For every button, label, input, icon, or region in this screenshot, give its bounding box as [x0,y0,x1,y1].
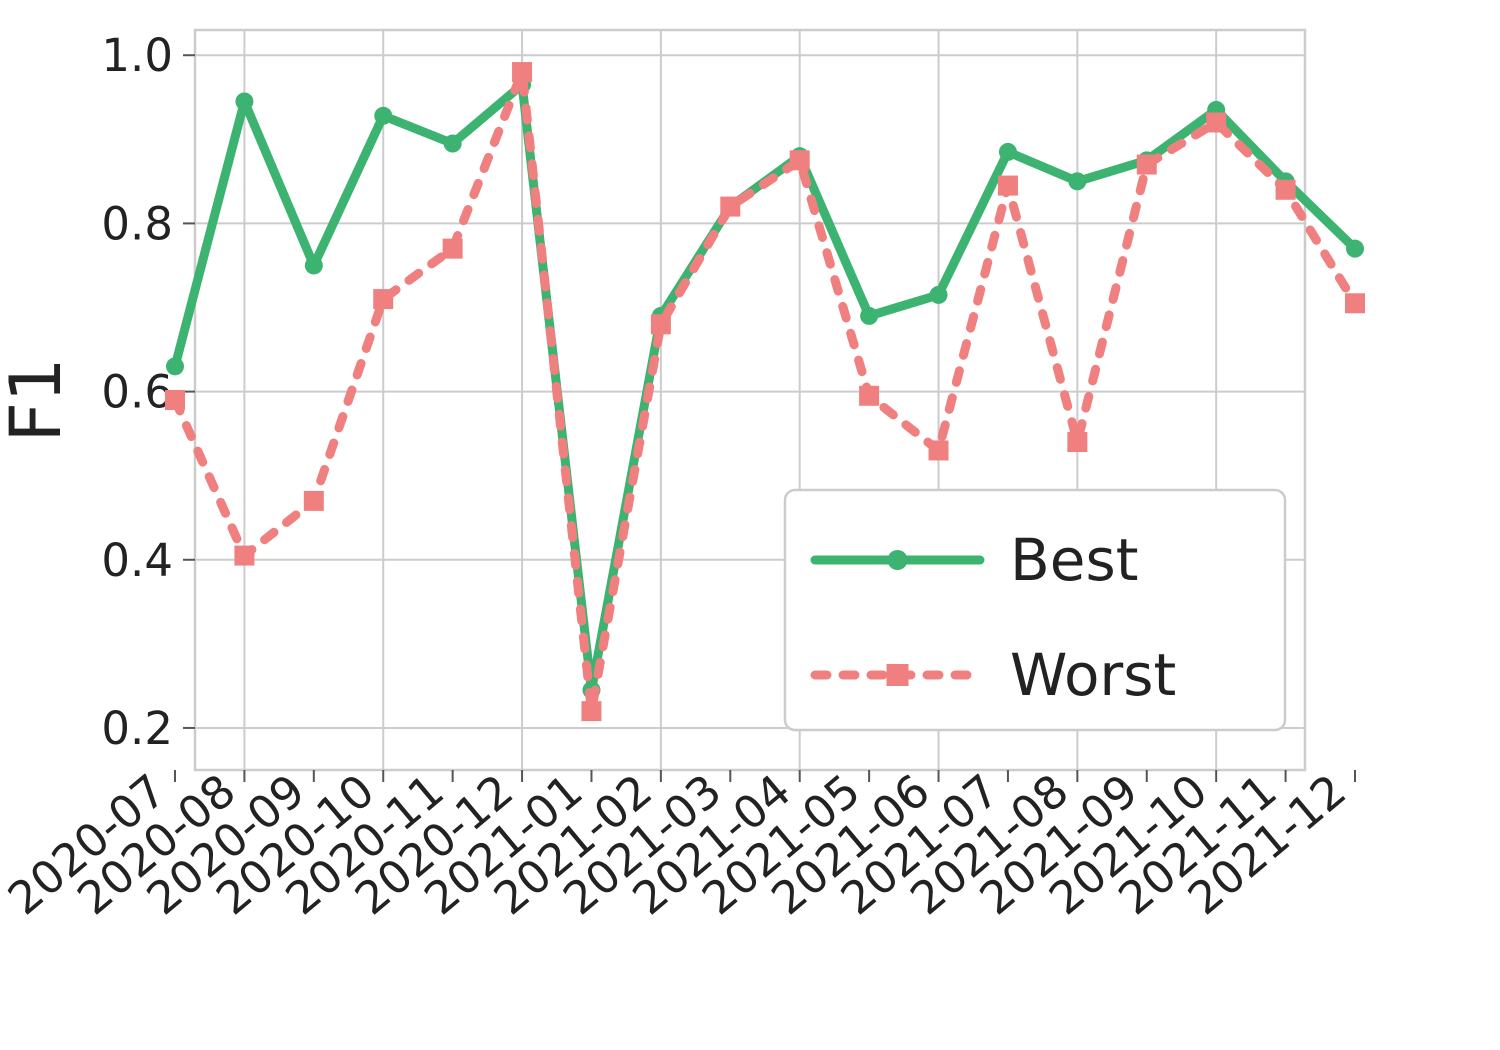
legend-label-worst: Worst [1010,641,1176,709]
series-marker-worst [790,150,810,170]
y-tick-label: 0.2 [101,702,173,755]
legend-marker-best [888,550,908,570]
series-marker-best [860,307,878,325]
series-marker-worst [373,289,393,309]
series-marker-best [305,256,323,274]
series-marker-worst [1345,293,1365,313]
series-marker-best [1346,240,1364,258]
series-marker-worst [1067,432,1087,452]
series-marker-worst [929,440,949,460]
series-marker-worst [1276,180,1296,200]
series-marker-best [1068,172,1086,190]
legend-label-best: Best [1010,526,1138,594]
series-marker-best [930,286,948,304]
series-marker-worst [304,491,324,511]
series-marker-best [374,107,392,125]
series-marker-worst [234,546,254,566]
f1-line-chart: 0.20.40.60.81.0F12020-072020-082020-0920… [0,0,1500,1050]
legend-marker-worst [887,664,909,686]
y-tick-label: 0.8 [101,197,173,250]
series-marker-best [166,357,184,375]
series-marker-worst [165,390,185,410]
series-marker-best [999,143,1017,161]
series-marker-worst [1137,155,1157,175]
series-marker-worst [651,314,671,334]
y-axis-label: F1 [0,358,77,443]
y-tick-label: 1.0 [101,29,173,82]
series-marker-worst [443,239,463,259]
series-marker-worst [859,386,879,406]
series-marker-worst [512,62,532,82]
chart-container: 0.20.40.60.81.0F12020-072020-082020-0920… [0,0,1500,1050]
series-marker-worst [581,701,601,721]
series-marker-worst [1206,113,1226,133]
legend: Best Worst [785,490,1285,730]
y-tick-label: 0.6 [101,366,173,419]
series-marker-best [235,92,253,110]
series-marker-best [444,135,462,153]
y-tick-label: 0.4 [101,534,173,587]
series-marker-worst [998,176,1018,196]
series-marker-worst [720,197,740,217]
